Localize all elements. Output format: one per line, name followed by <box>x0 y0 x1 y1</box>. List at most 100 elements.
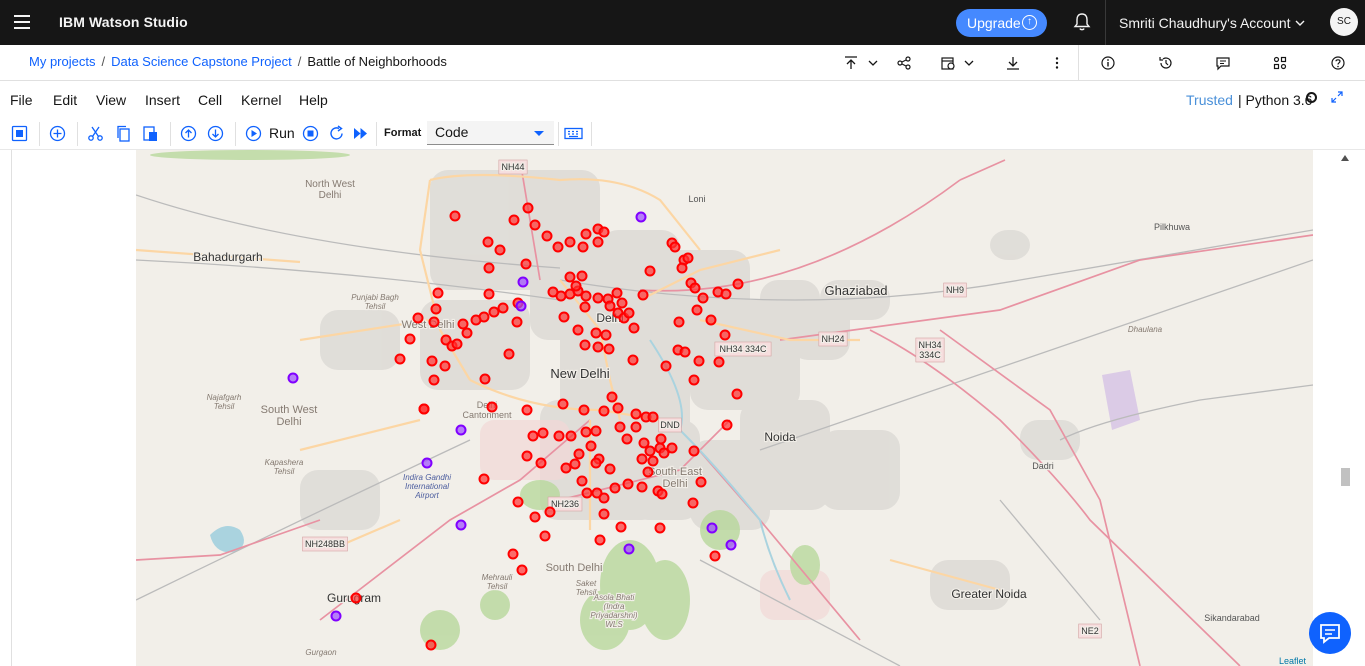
chevron-down-icon[interactable] <box>1293 16 1307 30</box>
cluster-marker-red[interactable] <box>592 292 604 304</box>
environment-icon[interactable] <box>1272 55 1288 71</box>
avatar[interactable]: SC <box>1330 8 1358 36</box>
cluster-marker-red[interactable] <box>592 341 604 353</box>
cluster-marker-red[interactable] <box>553 430 565 442</box>
cluster-marker-red[interactable] <box>544 506 556 518</box>
overflow-menu-icon[interactable] <box>1049 55 1065 71</box>
cluster-marker-red[interactable] <box>691 304 703 316</box>
cluster-marker-red[interactable] <box>418 403 430 415</box>
cluster-marker-red[interactable] <box>644 445 656 457</box>
cluster-marker-red[interactable] <box>637 289 649 301</box>
cluster-marker-red[interactable] <box>592 236 604 248</box>
copy-icon[interactable] <box>115 125 132 142</box>
cluster-marker-red[interactable] <box>535 457 547 469</box>
cluster-marker-red[interactable] <box>604 463 616 475</box>
cluster-marker-purple[interactable] <box>455 424 467 436</box>
cluster-marker-red[interactable] <box>520 258 532 270</box>
menu-file[interactable]: File <box>10 92 33 108</box>
cluster-marker-red[interactable] <box>552 241 564 253</box>
cluster-marker-red[interactable] <box>606 391 618 403</box>
cluster-marker-red[interactable] <box>404 333 416 345</box>
cluster-marker-red[interactable] <box>615 521 627 533</box>
cluster-marker-red[interactable] <box>557 398 569 410</box>
cluster-marker-red[interactable] <box>579 339 591 351</box>
upgrade-button[interactable]: Upgrade ↑ <box>956 9 1047 37</box>
expand-icon[interactable] <box>1330 90 1344 104</box>
menu-help[interactable]: Help <box>299 92 328 108</box>
cluster-marker-red[interactable] <box>598 508 610 520</box>
schedule-icon[interactable] <box>940 55 956 71</box>
cluster-marker-purple[interactable] <box>517 276 529 288</box>
cluster-marker-red[interactable] <box>512 496 524 508</box>
cluster-marker-red[interactable] <box>579 301 591 313</box>
cluster-marker-red[interactable] <box>647 411 659 423</box>
cluster-marker-red[interactable] <box>428 316 440 328</box>
cluster-marker-red[interactable] <box>580 290 592 302</box>
cluster-marker-red[interactable] <box>682 252 694 264</box>
cluster-marker-red[interactable] <box>630 421 642 433</box>
trusted-indicator[interactable]: Trusted <box>1186 92 1233 108</box>
notification-bell-icon[interactable] <box>1072 12 1092 32</box>
info-icon[interactable] <box>1100 55 1116 71</box>
cluster-marker-red[interactable] <box>577 241 589 253</box>
cluster-marker-red[interactable] <box>603 343 615 355</box>
cluster-marker-red[interactable] <box>687 497 699 509</box>
publish-icon[interactable] <box>843 55 859 71</box>
cluster-marker-red[interactable] <box>483 288 495 300</box>
cluster-marker-red[interactable] <box>709 550 721 562</box>
cluster-marker-red[interactable] <box>478 473 490 485</box>
cluster-marker-red[interactable] <box>511 316 523 328</box>
share-icon[interactable] <box>896 55 912 71</box>
cluster-marker-purple[interactable] <box>635 211 647 223</box>
breadcrumb-my-projects[interactable]: My projects <box>29 54 95 69</box>
cluster-marker-red[interactable] <box>609 482 621 494</box>
cluster-marker-red[interactable] <box>732 278 744 290</box>
cluster-marker-red[interactable] <box>622 478 634 490</box>
cluster-marker-red[interactable] <box>529 511 541 523</box>
cluster-marker-red[interactable] <box>394 353 406 365</box>
menu-edit[interactable]: Edit <box>53 92 77 108</box>
cluster-marker-red[interactable] <box>521 404 533 416</box>
cluster-marker-red[interactable] <box>570 280 582 292</box>
cluster-marker-red[interactable] <box>642 466 654 478</box>
cluster-marker-red[interactable] <box>457 318 469 330</box>
cluster-marker-red[interactable] <box>612 402 624 414</box>
cluster-marker-red[interactable] <box>537 427 549 439</box>
cluster-marker-red[interactable] <box>585 440 597 452</box>
cluster-marker-red[interactable] <box>482 236 494 248</box>
cluster-marker-red[interactable] <box>580 426 592 438</box>
cluster-marker-red[interactable] <box>598 492 610 504</box>
download-icon[interactable] <box>1005 55 1021 71</box>
menu-icon[interactable] <box>14 15 30 29</box>
cluster-marker-red[interactable] <box>430 303 442 315</box>
menu-cell[interactable]: Cell <box>198 92 222 108</box>
cluster-marker-red[interactable] <box>426 355 438 367</box>
cluster-marker-red[interactable] <box>669 241 681 253</box>
cluster-marker-red[interactable] <box>470 314 482 326</box>
cluster-marker-red[interactable] <box>695 476 707 488</box>
cluster-marker-red[interactable] <box>656 488 668 500</box>
cluster-marker-purple[interactable] <box>287 372 299 384</box>
cluster-marker-red[interactable] <box>616 297 628 309</box>
cluster-marker-red[interactable] <box>655 433 667 445</box>
cluster-marker-red[interactable] <box>560 462 572 474</box>
chat-support-button[interactable] <box>1309 612 1351 654</box>
app-title[interactable]: IBM Watson Studio <box>59 14 188 30</box>
cluster-marker-red[interactable] <box>689 282 701 294</box>
cluster-marker-red[interactable] <box>636 453 648 465</box>
cluster-marker-red[interactable] <box>569 458 581 470</box>
cluster-marker-red[interactable] <box>679 346 691 358</box>
cluster-marker-red[interactable] <box>578 404 590 416</box>
cut-icon[interactable] <box>87 125 104 142</box>
cluster-marker-red[interactable] <box>654 522 666 534</box>
cluster-marker-purple[interactable] <box>706 522 718 534</box>
restart-icon[interactable] <box>328 125 345 142</box>
map-canvas[interactable]: North WestDelhiBahadurgarhPunjabi BaghTe… <box>136 150 1313 666</box>
cluster-marker-red[interactable] <box>521 450 533 462</box>
cluster-marker-red[interactable] <box>676 262 688 274</box>
cluster-marker-red[interactable] <box>576 270 588 282</box>
cluster-marker-red[interactable] <box>539 530 551 542</box>
scrollbar[interactable] <box>1338 150 1352 666</box>
cluster-marker-red[interactable] <box>693 355 705 367</box>
account-switcher[interactable]: Smriti Chaudhury's Account <box>1119 15 1291 31</box>
